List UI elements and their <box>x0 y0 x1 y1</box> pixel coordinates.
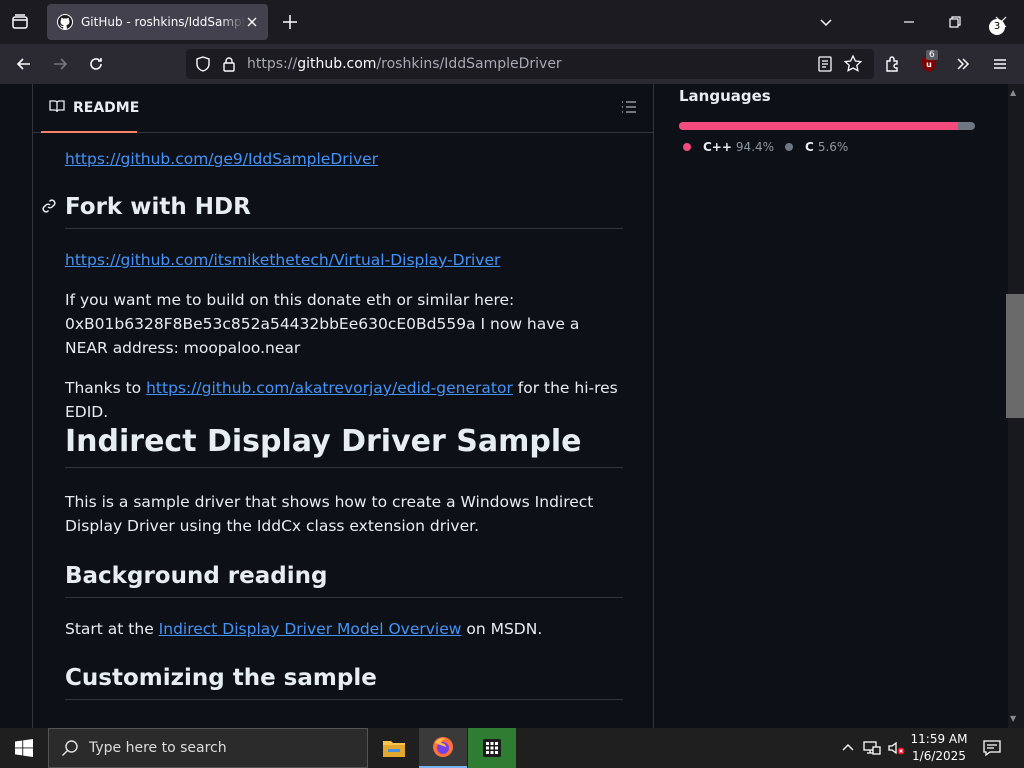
app-grid-icon <box>483 739 501 757</box>
language-item-cpp[interactable]: C++ 94.4% <box>683 140 774 154</box>
start-prefix: Start at the <box>65 620 159 638</box>
list-all-tabs-icon[interactable] <box>10 12 30 32</box>
clock-date: 1/6/2025 <box>912 749 966 763</box>
donate-paragraph: If you want me to build on this donate e… <box>65 291 580 357</box>
svg-text:u: u <box>926 60 932 69</box>
url-prefix: https:// <box>247 56 298 72</box>
link-paragraph-ge9: https://github.com/ge9/IddSampleDriver <box>65 147 623 171</box>
readme-tab-label: README <box>73 100 140 116</box>
language-percent: 5.6% <box>817 140 849 154</box>
url-host: github.com <box>297 56 377 72</box>
scroll-down-arrow-icon[interactable]: ▼ <box>1010 714 1016 723</box>
start-button[interactable] <box>0 728 48 768</box>
link-virtual-display-driver[interactable]: https://github.com/itsmikethetech/Virtua… <box>65 251 500 269</box>
notification-count-badge: 3 <box>989 19 1005 35</box>
taskbar-file-explorer[interactable] <box>370 728 418 768</box>
language-name: C <box>805 140 814 154</box>
taskbar-clock[interactable]: 11:59 AM 1/6/2025 <box>908 731 970 765</box>
firefox-icon <box>433 737 453 757</box>
language-name: C++ <box>703 140 732 154</box>
folder-icon <box>383 741 405 757</box>
restore-icon[interactable] <box>945 12 965 32</box>
minimize-icon[interactable] <box>899 12 919 32</box>
volume-muted-icon[interactable] <box>886 738 906 758</box>
windows-logo-icon <box>15 739 33 757</box>
tab-readme[interactable]: README <box>41 85 140 133</box>
thanks-prefix: Thanks to <box>65 379 147 397</box>
hamburger-menu-icon[interactable] <box>990 54 1010 74</box>
book-icon <box>49 98 65 118</box>
link-edid-generator[interactable]: https://github.com/akatrevorjay/edid-gen… <box>146 379 513 397</box>
table-of-contents-icon[interactable] <box>621 99 637 115</box>
new-tab-plus-icon[interactable] <box>280 12 300 32</box>
language-bar-segment-cpp <box>679 122 959 130</box>
heading-indirect-display-driver-sample: Indirect Display Driver Sample <box>65 424 623 468</box>
language-percent: 94.4% <box>735 140 775 154</box>
url-path: /roshkins/IddSampleDriver <box>376 56 562 72</box>
languages-title: Languages <box>679 87 771 105</box>
overflow-chevrons-icon[interactable] <box>953 54 973 74</box>
language-item-c[interactable]: C 5.6% <box>785 140 848 154</box>
taskbar-app-grid[interactable] <box>468 728 516 768</box>
network-icon[interactable] <box>862 738 882 758</box>
extensions-puzzle-icon[interactable] <box>883 54 903 74</box>
start-suffix: on MSDN. <box>461 620 543 638</box>
readme-header: README <box>33 84 653 133</box>
notification-center-icon[interactable] <box>982 738 1002 758</box>
link-paragraph-vdd: https://github.com/itsmikethetech/Virtua… <box>65 248 623 272</box>
browser-tab-bar: GitHub - roshkins/IddSampleDriver <box>0 0 1024 44</box>
clock-time: 11:59 AM <box>910 732 968 746</box>
reader-view-icon[interactable] <box>816 55 834 73</box>
extension-badge: 6 <box>926 50 938 60</box>
taskbar-search-box[interactable]: Type here to search <box>48 728 368 768</box>
heading-background-reading: Background reading <box>65 563 623 598</box>
search-icon <box>61 740 78 757</box>
languages-bar <box>679 122 975 130</box>
url-text[interactable]: https://github.com/roshkins/IddSampleDri… <box>247 56 562 72</box>
github-page: README https://github.com/ge9/IddSampleD… <box>0 84 1008 728</box>
tab-close-icon[interactable] <box>244 14 260 30</box>
intro-paragraph: This is a sample driver that shows how t… <box>65 493 594 535</box>
url-bar[interactable]: https://github.com/roshkins/IddSampleDri… <box>186 49 874 79</box>
heading-customizing-the-sample: Customizing the sample <box>65 665 623 700</box>
thanks-paragraph: Thanks to https://github.com/akatrevorja… <box>65 376 623 424</box>
chevron-down-icon[interactable] <box>816 12 836 32</box>
link-anchor-icon[interactable] <box>41 198 57 214</box>
c-color-dot <box>785 143 793 151</box>
cpp-color-dot <box>683 143 691 151</box>
browser-nav-bar: https://github.com/roshkins/IddSampleDri… <box>0 44 1024 84</box>
lock-icon[interactable] <box>220 55 238 73</box>
bookmark-star-icon[interactable] <box>843 54 863 74</box>
scroll-up-arrow-icon[interactable]: ▲ <box>1010 88 1016 97</box>
github-favicon-icon <box>57 14 73 30</box>
taskbar-firefox[interactable] <box>419 728 467 768</box>
heading-fork-with-hdr: Fork with HDR <box>65 194 623 229</box>
browser-tab-active[interactable]: GitHub - roshkins/IddSampleDriver <box>47 4 268 40</box>
scrollbar-thumb[interactable] <box>1006 294 1024 418</box>
forward-arrow-icon[interactable] <box>50 54 70 74</box>
link-idd-model-overview[interactable]: Indirect Display Driver Model Overview <box>159 620 462 638</box>
reload-icon[interactable] <box>86 54 106 74</box>
tray-chevron-up-icon[interactable] <box>838 738 858 758</box>
back-arrow-icon[interactable] <box>14 54 34 74</box>
start-paragraph: Start at the Indirect Display Driver Mod… <box>65 617 623 641</box>
search-placeholder: Type here to search <box>89 740 227 756</box>
tab-title: GitHub - roshkins/IddSampleDriver <box>81 15 245 29</box>
windows-taskbar: Type here to search 11:59 AM 1/6/2025 <box>0 728 1024 768</box>
shield-icon[interactable] <box>194 55 212 73</box>
link-ge9-iddsampledriver[interactable]: https://github.com/ge9/IddSampleDriver <box>65 150 378 168</box>
